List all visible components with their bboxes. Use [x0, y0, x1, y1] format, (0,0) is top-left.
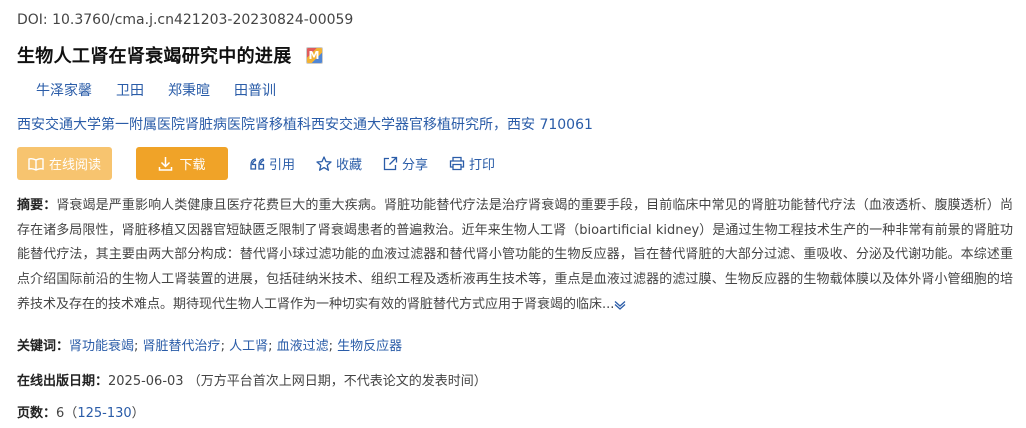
doi-text: DOI: 10.3760/cma.j.cn421203-20230824-000…: [17, 12, 354, 28]
m-badge-letter: M: [308, 48, 320, 62]
chevron-down-icon: [614, 300, 626, 310]
keyword-separator: ;: [268, 339, 277, 354]
cite-button[interactable]: 引用: [249, 154, 295, 173]
share-icon: [383, 156, 398, 171]
quote-icon: [250, 157, 265, 170]
pages-row: 页数：6（125-130）: [17, 402, 145, 421]
read-online-label: 在线阅读: [48, 158, 101, 173]
article-title: 生物人工肾在肾衰竭研究中的进展: [17, 46, 292, 67]
keyword-link[interactable]: 肾功能衰竭: [69, 339, 134, 354]
action-bar: 在线阅读 下载 引用 收藏 分享 打印: [17, 147, 495, 180]
pubdate-label: 在线出版日期：: [17, 374, 109, 389]
pages-close-paren: ）: [131, 406, 145, 421]
download-label: 下载: [179, 158, 206, 173]
print-label: 打印: [469, 158, 496, 173]
pubdate-row: 在线出版日期：2025-06-03 （万方平台首次上网日期，不代表论文的发表时间…: [17, 370, 487, 389]
read-online-button[interactable]: 在线阅读: [17, 147, 112, 180]
pages-label: 页数：: [17, 406, 57, 421]
keyword-link[interactable]: 肾脏替代治疗: [143, 339, 221, 354]
abstract-block: 摘要：肾衰竭是严重影响人类健康且医疗花费巨大的重大疾病。肾脏功能替代疗法是治疗肾…: [17, 194, 1013, 318]
download-button[interactable]: 下载: [136, 147, 228, 180]
favorite-button[interactable]: 收藏: [316, 154, 362, 173]
abstract-text: 肾衰竭是严重影响人类健康且医疗花费巨大的重大疾病。肾脏功能替代疗法是治疗肾衰竭的…: [17, 198, 1013, 313]
author-link[interactable]: 田普训: [234, 80, 276, 100]
keywords-label: 关键词：: [17, 339, 70, 354]
title-row: 生物人工肾在肾衰竭研究中的进展 M: [17, 42, 323, 68]
print-button[interactable]: 打印: [449, 154, 495, 173]
share-label: 分享: [402, 158, 429, 173]
star-icon: [316, 156, 332, 171]
favorite-label: 收藏: [336, 158, 363, 173]
author-link[interactable]: 牛泽家馨: [36, 80, 92, 100]
keyword-separator: ;: [134, 339, 143, 354]
pages-open-paren: （: [64, 406, 78, 421]
keyword-separator: ;: [220, 339, 230, 354]
author-list: 牛泽家馨 卫田 郑秉暄 田普训: [36, 80, 300, 100]
book-icon: [28, 157, 44, 171]
author-link[interactable]: 卫田: [116, 80, 144, 100]
abstract-label: 摘要：: [17, 198, 57, 213]
printer-icon: [449, 156, 465, 171]
author-link[interactable]: 郑秉暄: [168, 80, 210, 100]
affiliation-link[interactable]: 西安交通大学第一附属医院肾脏病医院肾移植科西安交通大学器官移植研究所，西安 71…: [17, 114, 593, 134]
cite-label: 引用: [269, 158, 296, 173]
keyword-link[interactable]: 人工肾: [229, 339, 268, 354]
m-badge-icon[interactable]: M: [305, 46, 323, 64]
share-button[interactable]: 分享: [383, 154, 428, 173]
keywords-row: 关键词：肾功能衰竭; 肾脏替代治疗; 人工肾; 血液过滤; 生物反应器: [17, 335, 402, 354]
keyword-link[interactable]: 生物反应器: [337, 339, 402, 354]
keyword-link[interactable]: 血液过滤: [277, 339, 329, 354]
download-icon: [159, 157, 173, 171]
expand-abstract-button[interactable]: [614, 297, 626, 311]
pages-range-link[interactable]: 125-130: [77, 406, 131, 421]
pubdate-value: 2025-06-03: [108, 374, 184, 389]
keyword-separator: ;: [328, 339, 338, 354]
pubdate-note: （万方平台首次上网日期，不代表论文的发表时间）: [187, 374, 487, 389]
